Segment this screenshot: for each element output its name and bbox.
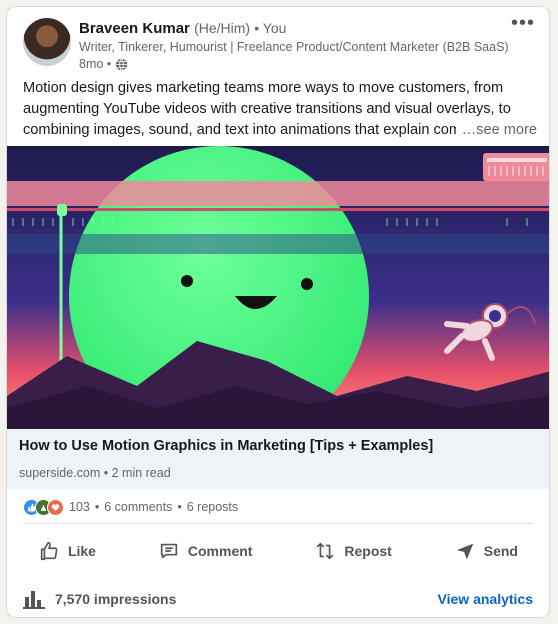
post-card: Braveen Kumar (He/Him) • You Writer, Tin… [6,6,550,618]
social-separator: • [177,500,182,514]
send-icon [456,543,473,560]
comment-count[interactable]: 6 comments [104,500,172,514]
link-source: superside.com • 2 min read [19,466,171,480]
repost-button[interactable]: Repost [306,531,399,571]
thumbs-up-icon [40,541,58,561]
author-degree: • You [254,20,287,36]
post-footer: 7,570 impressions View analytics [23,587,533,611]
link-title[interactable]: How to Use Motion Graphics in Marketing … [19,438,433,454]
impressions-label: 7,570 impressions [55,591,177,607]
link-preview[interactable]: How to Use Motion Graphics in Marketing … [7,429,549,489]
author-headline: Writer, Tinkerer, Humourist | Freelance … [79,40,509,54]
author-meta: Braveen Kumar (He/Him) • You Writer, Tin… [79,18,509,73]
bar-chart-icon [23,591,45,609]
like-label: Like [67,543,96,559]
impressions[interactable]: 7,570 impressions [23,589,176,609]
social-separator: • [94,500,100,514]
globe-icon [115,58,128,71]
post-time: 8mo • [79,57,112,71]
view-analytics-link[interactable]: View analytics [438,591,533,607]
comment-button[interactable]: Comment [150,531,261,571]
send-label: Send [483,543,518,559]
reaction-count[interactable]: 103 [69,500,90,514]
author-pronouns: (He/Him) [194,20,251,36]
love-reaction-icon [47,498,64,516]
author-name[interactable]: Braveen Kumar [79,20,190,37]
see-more-button[interactable]: …see more [455,120,537,141]
comment-label: Comment [187,543,253,559]
more-options-button[interactable]: ••• [509,13,537,38]
repost-label: Repost [344,543,392,559]
post-media-image[interactable] [7,146,549,429]
author-avatar[interactable] [23,18,71,66]
repost-count[interactable]: 6 reposts [187,500,238,514]
divider [23,523,533,524]
action-bar: Like Comment Repost Send [7,531,549,571]
social-counts: 103 • 6 comments • 6 reposts [23,495,533,519]
send-button[interactable]: Send [446,531,526,571]
repost-icon [317,542,334,560]
like-button[interactable]: Like [30,531,104,571]
post-header: Braveen Kumar (He/Him) • You Writer, Tin… [23,13,534,74]
motion-graphics-illustration [7,146,549,429]
comment-icon [160,543,178,559]
post-body: Motion design gives marketing teams more… [23,78,537,141]
reaction-icons[interactable] [23,498,64,516]
